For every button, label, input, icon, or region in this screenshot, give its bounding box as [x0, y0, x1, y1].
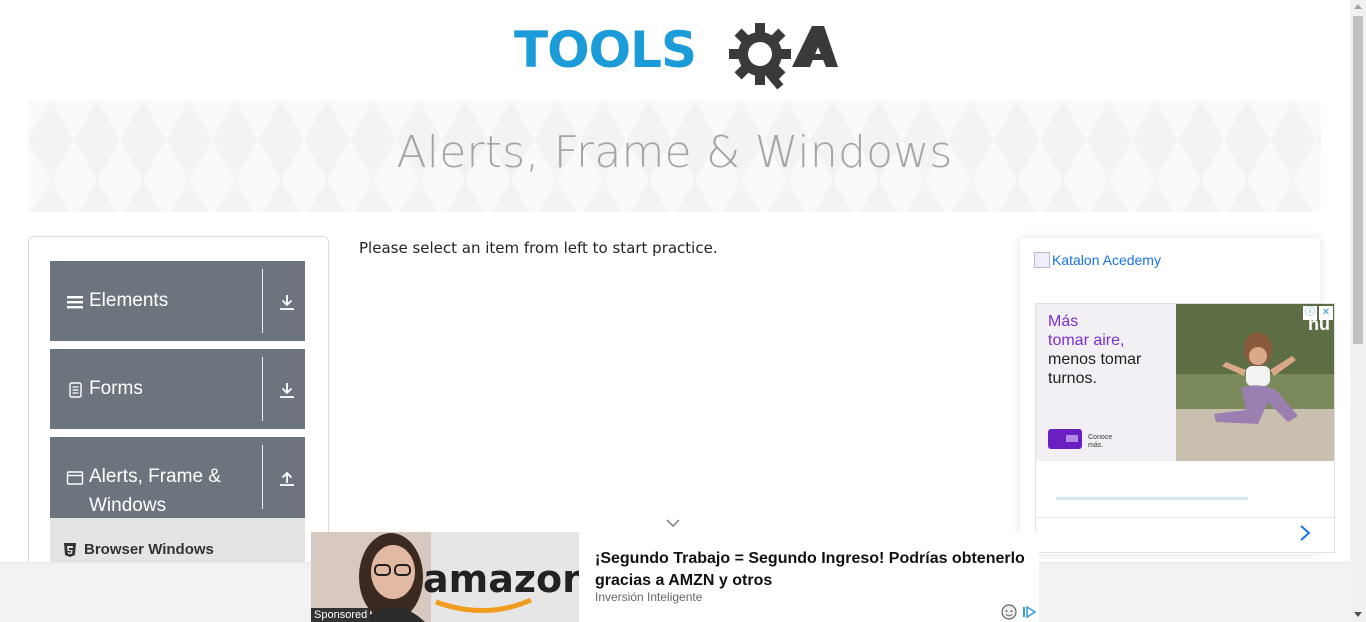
group-divider	[262, 445, 263, 509]
practice-instruction: Please select an item from left to start…	[359, 239, 718, 257]
broken-image-icon	[1034, 252, 1050, 268]
ad-cta: Conoce más.	[1088, 434, 1112, 450]
sponsored-image[interactable]: amazon Sponsored	[311, 532, 579, 622]
toolsqa-logo[interactable]: TOOLS	[514, 14, 838, 92]
page-title: Alerts, Frame & Windows	[396, 127, 953, 178]
ad-cta-line1: Conoce	[1088, 434, 1113, 441]
group-divider	[262, 269, 263, 333]
ad-divider	[1036, 517, 1334, 518]
sidebar-group-label: Elements	[89, 290, 169, 311]
katalon-academy-link[interactable]: Katalon Acedemy	[1034, 252, 1161, 268]
sponsored-text-block[interactable]: ¡Segundo Trabajo = Segundo Ingreso! Podr…	[579, 532, 1039, 622]
ad-choices[interactable]: ⓘ ✕	[1303, 306, 1333, 320]
group-divider	[262, 357, 263, 421]
sidebar-group-alerts-frame-windows[interactable]: Alerts, Frame & Windows	[50, 437, 305, 518]
ad-copy: Más tomar aire, menos tomar turnos.	[1048, 312, 1178, 388]
sidebar-item-label: Browser Windows	[84, 541, 214, 558]
chevron-down-icon[interactable]	[665, 518, 681, 528]
ad-line3: menos tomar	[1048, 351, 1142, 368]
page-banner: Alerts, Frame & Windows	[28, 100, 1321, 212]
face-icon[interactable]	[1001, 604, 1017, 620]
right-ad-container: Katalon Acedemy nu Más tomar aire, menos…	[1020, 238, 1335, 554]
sponsored-headline[interactable]: ¡Segundo Trabajo = Segundo Ingreso! Podr…	[595, 548, 1035, 592]
download-arrow-icon[interactable]	[278, 293, 296, 311]
logo-tools-text: TOOLS	[514, 21, 696, 79]
scroll-down-arrow[interactable]	[1354, 612, 1362, 617]
scroll-up-arrow[interactable]	[1354, 4, 1362, 9]
adchoices-icon[interactable]	[1021, 604, 1037, 620]
upload-arrow-icon[interactable]	[278, 469, 296, 487]
group-label-line1: Alerts, Frame &	[89, 466, 221, 487]
ad-line4: turnos.	[1048, 370, 1097, 387]
ad-cta-line2: más.	[1088, 442, 1104, 449]
scroll-thumb[interactable]	[1353, 16, 1363, 344]
gear-icon	[729, 23, 791, 90]
katalon-alt-text: Katalon Acedemy	[1052, 252, 1161, 268]
sponsored-label: Sponsored	[311, 608, 371, 622]
close-icon[interactable]: ✕	[1319, 306, 1333, 320]
group-label-line2: Windows	[89, 495, 167, 516]
chevron-right-icon[interactable]	[1298, 524, 1312, 542]
amazon-word: amazon	[423, 557, 579, 601]
ad-icons	[1001, 604, 1037, 620]
window-icon	[66, 471, 84, 485]
logo-a-letter	[792, 26, 838, 67]
document-icon	[69, 382, 82, 398]
sidebar-item-browser-windows[interactable]: Browser Windows	[64, 541, 214, 558]
sidebar-group-label: Forms	[89, 378, 143, 399]
sidebar-group-label: Alerts, Frame & Windows	[89, 462, 259, 520]
html5-icon	[64, 542, 76, 557]
hamburger-icon	[67, 296, 83, 309]
ad-line1: Más	[1048, 313, 1079, 330]
info-icon[interactable]: ⓘ	[1303, 306, 1317, 320]
vertical-scrollbar[interactable]	[1350, 0, 1366, 622]
sponsored-source: Inversión Inteligente	[595, 590, 703, 604]
sidebar-group-elements[interactable]: Elements	[50, 261, 305, 341]
sidebar-submenu: Browser Windows	[50, 518, 305, 568]
display-ad[interactable]: nu Más tomar aire, menos tomar turnos. C…	[1035, 303, 1335, 553]
toolsqa-logo-graphic: TOOLS	[514, 21, 838, 90]
download-arrow-icon[interactable]	[278, 381, 296, 399]
sidebar-group-forms[interactable]: Forms	[50, 349, 305, 429]
ad-line2: tomar aire,	[1048, 332, 1125, 349]
ad-progress-bar	[1056, 497, 1248, 500]
